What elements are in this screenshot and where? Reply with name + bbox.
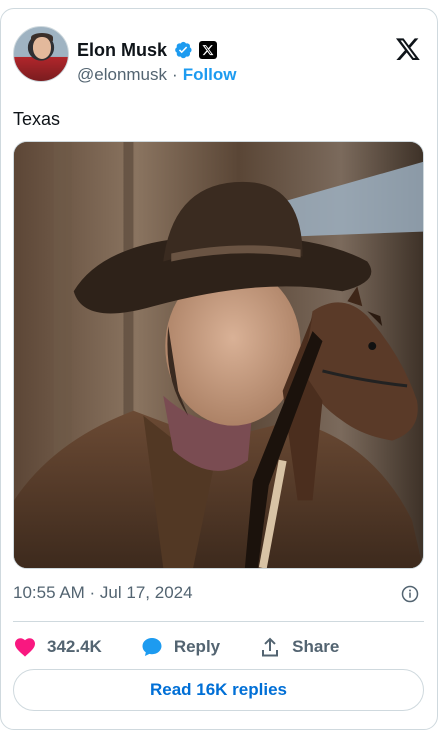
tweet-photo[interactable]: [13, 141, 424, 569]
reply-button[interactable]: Reply: [140, 635, 220, 659]
heart-icon: [15, 638, 35, 657]
cowboy-photo-icon: [14, 142, 423, 568]
author-handle-row: @elonmusk · Follow: [77, 65, 237, 85]
handle-separator: ·: [172, 65, 178, 84]
share-button[interactable]: Share: [258, 635, 339, 659]
like-button[interactable]: 342.4K: [13, 635, 102, 659]
share-upload-icon: [262, 637, 279, 657]
author-handle[interactable]: @elonmusk: [77, 65, 167, 85]
verified-badge-icon: [175, 41, 192, 59]
x-badge-icon: [199, 41, 218, 59]
x-logo-icon[interactable]: [394, 36, 422, 62]
follow-button[interactable]: Follow: [183, 65, 237, 85]
tweet-timestamp[interactable]: 10:55 AM · Jul 17, 2024: [13, 583, 193, 603]
likes-count: 342.4K: [47, 637, 102, 656]
reply-bubble-icon: [142, 638, 162, 656]
avatar-face: [33, 37, 51, 59]
tweet-actions: 342.4K Reply Share: [13, 627, 377, 667]
reply-label: Reply: [173, 637, 221, 656]
author-name[interactable]: Elon Musk: [77, 40, 167, 61]
tweet-text: Texas: [13, 109, 61, 129]
author-name-row: Elon Musk: [77, 39, 218, 61]
tweet-card: Elon Musk @elonmusk · Follow Texas 10:55…: [0, 8, 438, 730]
author-avatar[interactable]: [13, 26, 69, 82]
read-replies-button[interactable]: Read 16K replies: [13, 669, 424, 711]
divider: [13, 621, 424, 622]
info-icon[interactable]: [401, 585, 419, 603]
share-label: Share: [292, 637, 340, 656]
